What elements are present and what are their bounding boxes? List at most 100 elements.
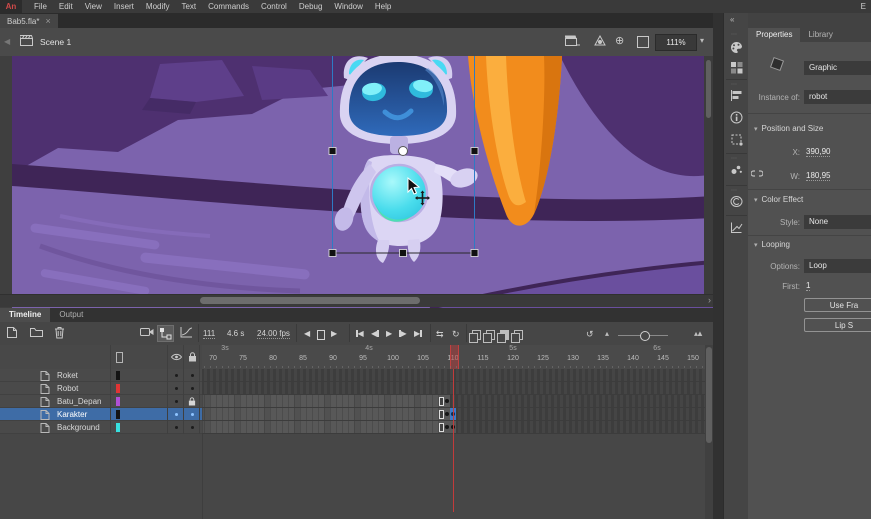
menu-help[interactable]: Help [369,0,397,13]
layer-visibility-dot[interactable] [175,413,178,416]
scene-breadcrumb[interactable]: Scene 1 [40,37,71,47]
menu-commands[interactable]: Commands [202,0,255,13]
close-document-icon[interactable]: × [45,17,50,26]
motion-editor-panel-icon[interactable] [730,221,743,234]
menu-insert[interactable]: Insert [108,0,140,13]
timeline-zoom-in-icon[interactable]: ▴▲ [694,329,702,338]
layer-row-background[interactable]: Background [0,421,202,434]
layer-visibility-dot[interactable] [175,426,178,429]
onion-skin-outlines-button[interactable] [486,330,495,340]
layer-visibility-dot[interactable] [175,374,178,377]
stage-vscroll-thumb[interactable] [706,60,711,118]
panel-divider[interactable] [713,13,723,519]
transform-panel-icon[interactable] [730,133,743,146]
play-button[interactable]: ▶ [386,329,392,338]
document-tab[interactable]: Bab5.fla* × [0,14,58,28]
layer-outline-color-swatch[interactable] [116,384,120,393]
stage-horizontal-scrollbar[interactable]: › [0,294,713,307]
timeline-ruler[interactable]: 7075808590951001051101151201251301351401… [202,345,705,370]
menu-window[interactable]: Window [328,0,368,13]
stage-hscroll-thumb[interactable] [200,297,420,304]
layer-row-roket[interactable]: Roket [0,369,202,382]
brush-library-panel-icon[interactable] [730,163,743,176]
show-parenting-view-button[interactable] [157,325,174,342]
timeline-vscroll-thumb[interactable] [706,347,712,443]
menu-edit[interactable]: Edit [53,0,79,13]
section-color-effect[interactable]: ▾Color Effect [754,195,803,204]
menu-debug[interactable]: Debug [293,0,329,13]
lock-column-icon[interactable] [188,352,197,362]
layer-row-robot[interactable]: Robot [0,382,202,395]
stage-canvas[interactable]: › [0,56,713,308]
menu-modify[interactable]: Modify [140,0,176,13]
go-to-last-frame-button[interactable]: ▶ [414,329,422,338]
collapse-panels-icon[interactable]: « [730,15,734,24]
instance-name-field[interactable]: robot [804,90,871,104]
go-to-first-frame-button[interactable]: ◀ [356,329,364,338]
back-arrow-icon[interactable]: ◀ [4,37,10,46]
layer-lock-icon[interactable] [188,397,196,406]
menu-text[interactable]: Text [175,0,202,13]
playhead-marker[interactable] [450,345,459,369]
x-value[interactable]: 390,90 [806,147,830,157]
new-folder-button[interactable] [30,326,43,338]
symbol-type-dropdown[interactable]: Graphic [804,61,871,75]
modify-markers-button[interactable] [514,330,523,340]
edit-symbols-button[interactable] [593,35,607,47]
frame-graph-button[interactable] [180,326,193,338]
stage-zoom-dropdown-icon[interactable]: ▾ [700,36,704,45]
frame-span[interactable] [202,408,444,420]
layer-row-batu_depan[interactable]: Batu_Depan [0,395,202,408]
current-frame-value[interactable]: 111 [203,329,215,339]
frame-span[interactable] [202,395,444,407]
shift-keyframes-icon[interactable]: ⇆ [436,329,444,340]
timeline-zoom-slider-thumb[interactable] [640,331,650,341]
delete-layer-button[interactable] [54,326,65,339]
tab-properties[interactable]: Properties [748,28,800,42]
layer-outline-color-swatch[interactable] [116,371,120,380]
info-panel-icon[interactable] [730,111,743,124]
layer-lock-dot[interactable] [191,374,194,377]
layer-outline-color-swatch[interactable] [116,410,120,419]
section-looping[interactable]: ▾Looping [754,240,790,249]
app-logo-icon[interactable]: An [0,0,22,13]
frame-rate-value[interactable]: 24.00 fps [257,329,290,339]
previous-keyframe-icon[interactable]: ◀ [304,329,310,338]
first-frame-value[interactable]: 1 [806,281,810,291]
use-frame-picker-button[interactable]: Use Fra [804,298,871,312]
clip-content-button[interactable] [637,36,649,48]
timeline-zoom-out-icon[interactable]: ▴ [605,329,609,338]
timeline-zoom-slider[interactable] [618,335,668,336]
loop-playback-button[interactable]: ↻ [452,329,460,340]
layer-lock-dot[interactable] [191,387,194,390]
workspace-switcher[interactable]: E [861,2,871,11]
timeline-vertical-scrollbar[interactable] [705,345,713,519]
layer-visibility-dot[interactable] [175,400,178,403]
transform-point-handle[interactable] [399,147,408,156]
step-forward-button[interactable]: ▶ [399,329,407,338]
align-panel-icon[interactable] [730,89,743,102]
step-back-button[interactable]: ◀ [371,329,379,338]
frame-span[interactable] [202,421,444,433]
lip-syncing-button[interactable]: Lip S [804,318,871,332]
scroll-right-icon[interactable]: › [708,295,711,306]
onion-skin-button[interactable] [472,330,481,340]
layer-visibility-dot[interactable] [175,387,178,390]
loop-options-dropdown[interactable]: Loop [804,259,871,273]
edit-scene-button[interactable] [565,35,580,47]
stage-zoom-value[interactable]: 111% [655,34,697,51]
menu-file[interactable]: File [28,0,53,13]
playhead-line[interactable] [453,369,455,512]
layer-row-karakter[interactable]: Karakter [0,408,202,421]
next-keyframe-icon[interactable]: ▶ [331,329,337,338]
center-frame-button[interactable]: ⊕ [615,35,624,47]
edit-multiple-frames-button[interactable] [500,330,509,340]
stage-vertical-scrollbar[interactable] [704,56,713,294]
cc-libraries-panel-icon[interactable] [730,195,743,208]
menu-control[interactable]: Control [255,0,293,13]
visibility-column-eye-icon[interactable] [171,353,182,361]
layer-lock-dot[interactable] [191,413,194,416]
style-dropdown[interactable]: None [804,215,871,229]
reset-timeline-zoom-button[interactable]: ↺ [586,329,594,340]
tab-library[interactable]: Library [800,28,840,42]
